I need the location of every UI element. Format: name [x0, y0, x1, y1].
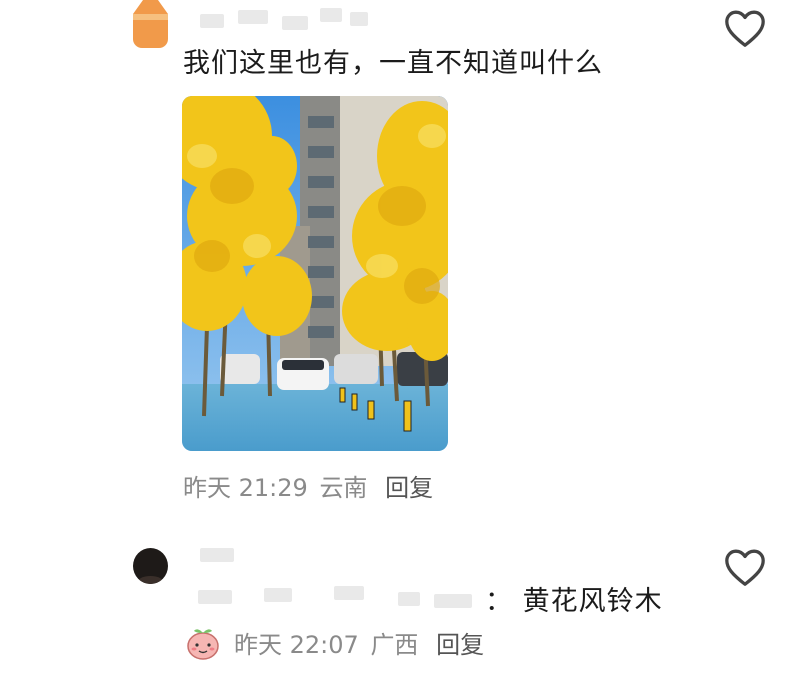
dark-avatar-icon[interactable] — [133, 548, 168, 584]
comment-meta: 昨天 22:07 广西 回复 — [234, 629, 484, 661]
reply-button[interactable]: 回复 — [385, 474, 433, 502]
comment-time: 昨天 21:29 — [183, 474, 308, 502]
like-heart-icon[interactable] — [723, 547, 767, 587]
reply-button[interactable]: 回复 — [436, 631, 484, 659]
peach-emoji-icon — [185, 625, 221, 661]
username-redacted[interactable] — [200, 546, 240, 566]
comment-item: 我们这里也有，一直不知道叫什么 昨天 21:29 云南 回复 — [0, 0, 800, 520]
like-heart-icon[interactable] — [723, 8, 767, 48]
comment-item: ： 黄花风铃木 昨天 22:07 广西 回复 — [0, 540, 800, 691]
comment-time: 昨天 22:07 — [234, 631, 359, 659]
comment-image[interactable] — [182, 96, 448, 451]
comment-location: 广西 — [370, 631, 419, 659]
comment-text: ： 黄花风铃木 — [485, 586, 663, 617]
comment-location: 云南 — [319, 474, 368, 502]
username-redacted[interactable] — [200, 6, 370, 32]
cat-avatar-icon[interactable] — [133, 0, 168, 48]
quoted-text-redacted — [198, 580, 478, 614]
comment-text: 我们这里也有，一直不知道叫什么 — [183, 48, 603, 79]
comment-meta: 昨天 21:29 云南 回复 — [183, 472, 433, 504]
